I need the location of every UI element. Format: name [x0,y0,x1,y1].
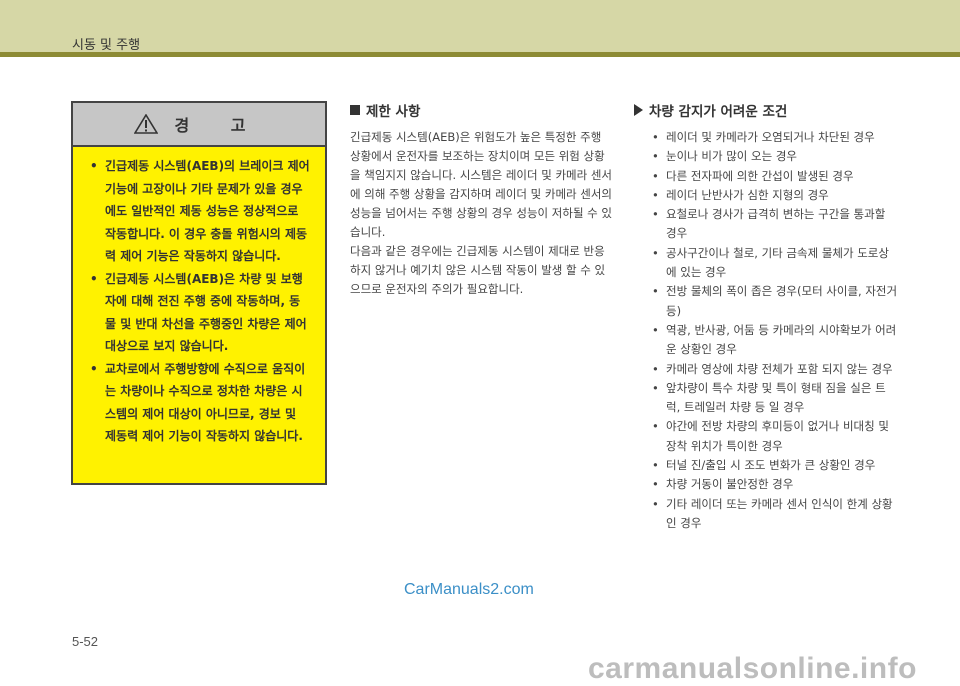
condition-item: 터널 진/출입 시 조도 변화가 큰 상황인 경우 [652,456,898,476]
header-rule [0,52,960,57]
condition-item: 기타 레이더 또는 카메라 센서 인식이 한계 상황인 경우 [652,495,898,534]
condition-item: 레이더 난반사가 심한 지형의 경우 [652,186,898,206]
warning-item: 교차로에서 주행방향에 수직으로 움직이는 차량이나 수직으로 정차한 차량은 … [89,358,311,448]
condition-item: 요철로나 경사가 급격히 변하는 구간을 통과할 경우 [652,205,898,244]
warning-header: 경 고 [73,103,325,147]
page-number: 5-52 [72,634,99,649]
warning-item: 긴급제동 시스템(AEB)의 브레이크 제어 기능에 고장이나 기타 문제가 있… [89,155,311,268]
watermark-link[interactable]: CarManuals2.com [404,581,534,599]
conditions-section: 차량 감지가 어려운 조건 레이더 및 카메라가 오염되거나 차단된 경우 눈이… [634,100,898,533]
condition-item: 야간에 전방 차량의 후미등이 없거나 비대칭 및 장착 위치가 특이한 경우 [652,417,898,456]
limitations-paragraph: 다음과 같은 경우에는 긴급제동 시스템이 제대로 반응하지 않거나 예기치 않… [350,244,606,296]
condition-item: 차량 거동이 불안정한 경우 [652,475,898,495]
limitations-paragraph: 긴급제동 시스템(AEB)은 위험도가 높은 특정한 주행 상황에서 운전자를 … [350,130,613,239]
warning-item: 긴급제동 시스템(AEB)은 차량 및 보행자에 대해 전진 주행 중에 작동하… [89,268,311,358]
limitations-heading-text: 제한 사항 [366,104,421,120]
limitations-heading: 제한 사항 [350,100,614,120]
condition-item: 다른 전자파에 의한 간섭이 발생된 경우 [652,167,898,187]
limitations-section: 제한 사항 긴급제동 시스템(AEB)은 위험도가 높은 특정한 주행 상황에서… [350,100,614,299]
conditions-heading: 차량 감지가 어려운 조건 [634,100,898,120]
square-bullet-icon [350,105,360,115]
condition-item: 역광, 반사광, 어둠 등 카메라의 시야확보가 어려운 상황인 경우 [652,321,898,360]
conditions-heading-text: 차량 감지가 어려운 조건 [649,104,788,120]
triangle-bullet-icon [634,104,643,116]
condition-item: 카메라 영상에 차량 전체가 포함 되지 않는 경우 [652,360,898,380]
condition-item: 공사구간이나 철로, 기타 금속제 물체가 도로상에 있는 경우 [652,244,898,283]
conditions-list: 레이더 및 카메라가 오염되거나 차단된 경우 눈이나 비가 많이 오는 경우 … [634,128,898,533]
page-header: 시동 및 주행 [0,0,960,57]
condition-item: 전방 물체의 폭이 좁은 경우(모터 사이클, 자전거 등) [652,282,898,321]
section-title: 시동 및 주행 [72,38,141,53]
warning-triangle-icon [134,114,159,134]
warning-list: 긴급제동 시스템(AEB)의 브레이크 제어 기능에 고장이나 기타 문제가 있… [73,147,325,448]
condition-item: 눈이나 비가 많이 오는 경우 [652,147,898,167]
warning-box: 경 고 긴급제동 시스템(AEB)의 브레이크 제어 기능에 고장이나 기타 문… [71,101,327,485]
footer-watermark: carmanualsonline.info [588,652,917,685]
condition-item: 레이더 및 카메라가 오염되거나 차단된 경우 [652,128,898,148]
warning-title: 경 고 [174,116,264,135]
condition-item: 앞차량이 특수 차량 및 특이 형태 짐을 실은 트럭, 트레일러 차량 등 일… [652,379,898,418]
